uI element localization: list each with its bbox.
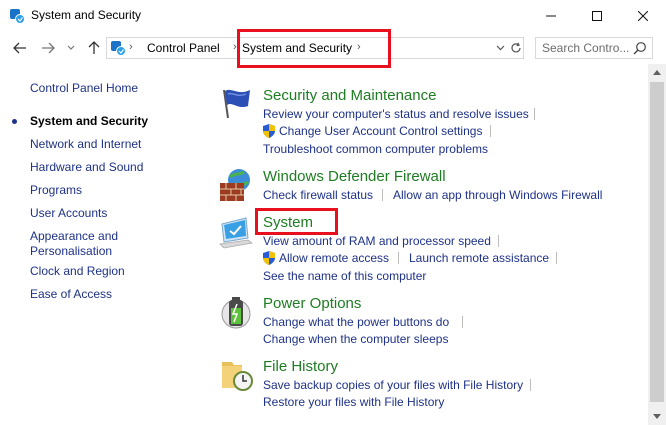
triangle-up-icon <box>653 70 661 75</box>
category-title-windows-defender-firewall[interactable]: Windows Defender Firewall <box>263 168 446 185</box>
task-change-sleep-time[interactable]: Change when the computer sleeps <box>263 332 448 346</box>
task-separator <box>530 379 531 391</box>
minimize-icon <box>546 15 556 17</box>
sidebar-item-network-and-internet[interactable]: Network and Internet <box>30 137 141 152</box>
computer-icon <box>219 217 253 249</box>
task-save-backup-copies[interactable]: Save backup copies of your files with Fi… <box>263 378 523 392</box>
current-page-bullet <box>12 119 17 124</box>
maximize-button[interactable] <box>574 0 620 32</box>
triangle-down-icon <box>653 414 661 419</box>
task-allow-app-through-firewall[interactable]: Allow an app through Windows Firewall <box>393 188 602 202</box>
task-separator <box>462 316 463 328</box>
category-title-power-options[interactable]: Power Options <box>263 295 361 312</box>
folder-clock-icon <box>222 362 253 391</box>
task-allow-remote-access[interactable]: Allow remote access <box>279 251 389 265</box>
maximize-icon <box>592 11 602 21</box>
chevron-right-icon[interactable]: › <box>233 41 237 53</box>
window-title: System and Security <box>31 8 142 22</box>
sidebar-item-clock-and-region[interactable]: Clock and Region <box>30 264 125 279</box>
refresh-button[interactable] <box>509 40 523 56</box>
sidebar-item-user-accounts[interactable]: User Accounts <box>30 206 107 221</box>
close-icon <box>638 11 648 21</box>
task-separator <box>490 125 491 137</box>
uac-shield-icon <box>263 251 275 265</box>
flag-icon <box>223 89 250 119</box>
sidebar-item-control-panel-home[interactable]: Control Panel Home <box>30 81 138 96</box>
title-bar: System and Security <box>0 0 666 32</box>
task-review-status[interactable]: Review your computer's status and resolv… <box>263 107 529 121</box>
navigation-bar: › Control Panel › System and Security › <box>0 32 666 64</box>
breadcrumb-control-panel[interactable]: Control Panel <box>147 41 220 55</box>
main-content: Security and Maintenance Review your com… <box>200 64 648 425</box>
scroll-thumb[interactable] <box>650 82 664 402</box>
recent-locations-button[interactable] <box>64 38 78 58</box>
refresh-icon <box>511 42 521 53</box>
task-separator <box>534 108 535 120</box>
category-title-file-history[interactable]: File History <box>263 358 338 375</box>
sidebar-item-appearance-and-personalisation[interactable]: Appearance and Personalisation <box>30 229 130 259</box>
back-button[interactable] <box>10 38 30 58</box>
chevron-down-icon <box>67 45 75 50</box>
sidebar-item-hardware-and-sound[interactable]: Hardware and Sound <box>30 160 143 175</box>
task-change-uac-settings[interactable]: Change User Account Control settings <box>279 124 482 138</box>
address-bar[interactable]: › Control Panel › System and Security › <box>106 37 524 59</box>
arrow-up-icon <box>88 41 100 54</box>
task-separator <box>398 252 399 264</box>
left-pane: Control Panel Home System and Security N… <box>0 64 200 425</box>
task-troubleshoot-problems[interactable]: Troubleshoot common computer problems <box>263 142 488 156</box>
arrow-right-icon <box>42 42 55 54</box>
firewall-icon <box>220 169 250 201</box>
search-icon[interactable] <box>633 41 647 55</box>
scroll-down-button[interactable] <box>648 408 666 425</box>
task-separator <box>382 189 383 201</box>
task-see-computer-name[interactable]: See the name of this computer <box>263 269 426 283</box>
arrow-left-icon <box>13 42 26 54</box>
chevron-right-icon[interactable]: › <box>129 41 133 53</box>
sidebar-item-ease-of-access[interactable]: Ease of Access <box>30 287 112 302</box>
search-box[interactable] <box>535 37 653 59</box>
task-separator <box>498 235 499 247</box>
sidebar-item-programs[interactable]: Programs <box>30 183 82 198</box>
minimize-button[interactable] <box>528 0 574 32</box>
task-separator <box>556 252 557 264</box>
control-panel-icon <box>10 9 25 24</box>
task-view-ram-and-processor[interactable]: View amount of RAM and processor speed <box>263 234 491 248</box>
chevron-down-icon <box>496 45 504 51</box>
search-input[interactable] <box>542 40 630 56</box>
address-dropdown-button[interactable] <box>493 40 507 56</box>
sidebar-item-system-and-security: System and Security <box>30 114 149 128</box>
task-restore-files[interactable]: Restore your files with File History <box>263 395 444 409</box>
battery-icon <box>221 297 251 329</box>
vertical-scrollbar[interactable] <box>648 64 666 425</box>
task-check-firewall-status[interactable]: Check firewall status <box>263 188 373 202</box>
category-title-security-and-maintenance[interactable]: Security and Maintenance <box>263 87 436 104</box>
breadcrumb-system-and-security[interactable]: System and Security <box>242 41 352 55</box>
task-launch-remote-assistance[interactable]: Launch remote assistance <box>409 251 549 265</box>
forward-button[interactable] <box>38 38 58 58</box>
scroll-up-button[interactable] <box>648 64 666 81</box>
up-button[interactable] <box>84 38 104 58</box>
close-button[interactable] <box>620 0 666 32</box>
control-panel-icon <box>111 41 126 56</box>
chevron-right-icon[interactable]: › <box>357 41 361 53</box>
category-title-system[interactable]: System <box>263 214 313 231</box>
task-change-power-buttons[interactable]: Change what the power buttons do <box>263 315 449 329</box>
uac-shield-icon <box>263 124 275 138</box>
